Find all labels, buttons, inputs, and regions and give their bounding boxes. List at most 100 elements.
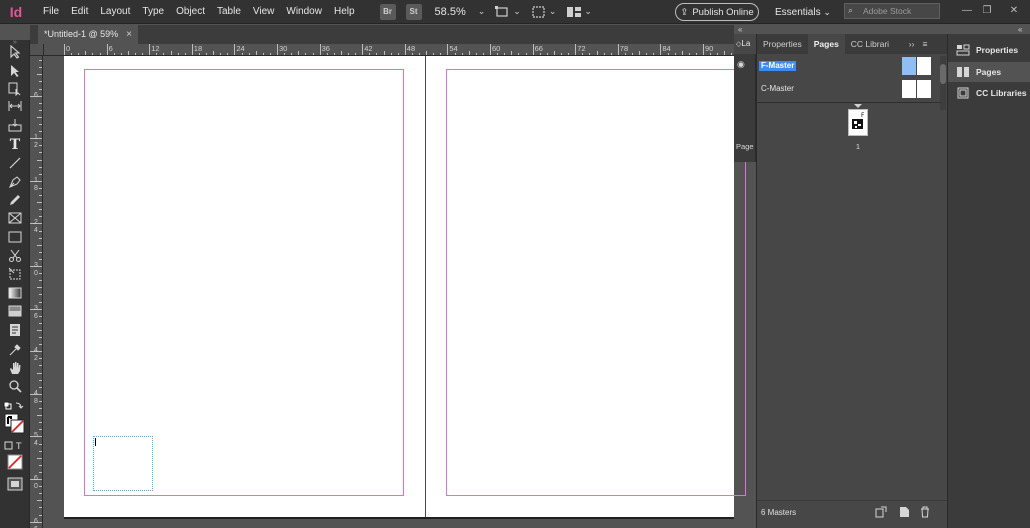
close-window-button[interactable]: ✕: [1007, 4, 1021, 18]
panel-menu-icon[interactable]: ≡: [918, 34, 931, 54]
layers-panel-collapsed[interactable]: ◇La ◉ Page: [734, 34, 756, 162]
edit-page-size-icon[interactable]: [875, 506, 887, 518]
screen-mode-icon[interactable]: [495, 5, 511, 18]
minimize-button[interactable]: —: [960, 4, 974, 18]
pen-tool-icon[interactable]: [6, 174, 24, 190]
document-tab[interactable]: *Untitled-1 @ 59% ×: [38, 25, 139, 44]
collapse-dock-icon[interactable]: «: [1018, 25, 1023, 34]
screen-mode-normal-icon[interactable]: [6, 476, 24, 492]
screen-mode-chevron-icon[interactable]: ⌄: [513, 6, 521, 17]
ruler-left-label: 4 8: [34, 389, 38, 405]
master-name-c: C-Master: [761, 84, 794, 93]
upload-icon: ⇪: [680, 6, 689, 18]
bridge-button[interactable]: Br: [379, 3, 396, 20]
zoom-dropdown-chevron-icon[interactable]: ⌄: [478, 6, 486, 17]
formatting-affects-container-icon[interactable]: T: [3, 438, 25, 454]
menu-window[interactable]: Window: [280, 0, 328, 24]
selection-tool-icon[interactable]: [6, 44, 24, 60]
dock-item-cc-libraries[interactable]: CC Libraries: [948, 83, 1030, 103]
workspace-switcher[interactable]: Essentials ⌄: [775, 0, 831, 25]
publish-online-button[interactable]: ⇪ Publish Online: [675, 3, 759, 21]
more-tabs-icon[interactable]: ››: [905, 34, 919, 54]
ruler-left-label: 3 6: [34, 304, 38, 320]
menu-table[interactable]: Table: [211, 0, 247, 24]
create-new-page-icon[interactable]: [898, 506, 910, 518]
page-label: Page: [736, 142, 754, 151]
direct-selection-tool-icon[interactable]: [6, 63, 24, 79]
vertical-ruler[interactable]: 6 1 2 1 8 2 4 3 0 3 6 4 2 4 8 5 4 6 0 6 6: [30, 56, 43, 528]
default-fill-stroke-icon[interactable]: [3, 398, 25, 414]
eyedropper-tool-icon[interactable]: [6, 342, 24, 358]
ruler-origin[interactable]: [30, 44, 44, 56]
dock-item-pages[interactable]: Pages: [948, 62, 1030, 82]
menu-object[interactable]: Object: [170, 0, 211, 24]
ruler-left-label: 5 4: [34, 432, 38, 448]
rectangle-frame-tool-icon[interactable]: [6, 210, 24, 226]
left-page-margin-guide: [84, 69, 404, 496]
publish-online-label: Publish Online: [692, 6, 754, 18]
ruler-left-label: 1 8: [34, 176, 38, 192]
content-collector-tool-icon[interactable]: [6, 117, 24, 133]
apply-none-icon[interactable]: [6, 454, 24, 470]
menu-type[interactable]: Type: [136, 0, 170, 24]
hand-tool-icon[interactable]: [6, 360, 24, 376]
arrange-documents-chevron-icon[interactable]: ⌄: [584, 6, 592, 17]
scissors-tool-icon[interactable]: [6, 248, 24, 264]
note-tool-icon[interactable]: [6, 322, 24, 338]
left-page[interactable]: [64, 56, 425, 517]
dock-label-properties: Properties: [976, 45, 1019, 55]
free-transform-tool-icon[interactable]: [6, 266, 24, 282]
restore-button[interactable]: ❐: [980, 4, 994, 18]
text-frame[interactable]: [93, 436, 153, 491]
menu-file[interactable]: File: [37, 0, 65, 24]
page-number: 1: [855, 142, 861, 151]
zoom-tool-icon[interactable]: [6, 378, 24, 394]
ruler-top-label: 84: [662, 44, 671, 53]
arrange-documents-icon[interactable]: [566, 6, 582, 18]
rectangle-tool-icon[interactable]: [6, 229, 24, 245]
layers-tab[interactable]: ◇La: [734, 34, 756, 54]
masters-pages-divider[interactable]: [757, 102, 941, 103]
pencil-tool-icon[interactable]: [6, 192, 24, 208]
collapse-left-panels-icon[interactable]: «: [738, 25, 743, 34]
ruler-top-label: 12: [151, 44, 160, 53]
svg-text:T: T: [15, 442, 22, 451]
gradient-feather-tool-icon[interactable]: [6, 303, 24, 319]
tab-cc-libraries[interactable]: CC Librari: [845, 34, 905, 54]
page-thumbnail[interactable]: F: [848, 109, 868, 136]
menu-edit[interactable]: Edit: [65, 0, 94, 24]
dock-item-properties[interactable]: Properties: [948, 40, 1030, 60]
gradient-swatch-tool-icon[interactable]: [6, 285, 24, 301]
line-tool-icon[interactable]: [6, 155, 24, 171]
page-tool-icon[interactable]: [6, 81, 24, 97]
close-tab-icon[interactable]: ×: [126, 25, 132, 44]
adobe-stock-search-input[interactable]: Adobe Stock: [844, 3, 940, 19]
tab-properties[interactable]: Properties: [757, 34, 808, 54]
master-item-c[interactable]: C-Master: [757, 78, 941, 100]
gap-tool-icon[interactable]: [6, 98, 24, 114]
view-options-icon[interactable]: [531, 5, 547, 18]
master-thumb-f-left: [902, 57, 916, 75]
menu-help[interactable]: Help: [328, 0, 361, 24]
visibility-eye-icon[interactable]: ◉: [737, 59, 745, 70]
indesign-window: Id File Edit Layout Type Object Table Vi…: [0, 0, 1030, 528]
stock-button[interactable]: St: [405, 3, 422, 20]
ruler-left-label: 6 6: [34, 517, 38, 528]
right-page[interactable]: [426, 56, 746, 517]
menu-view[interactable]: View: [247, 0, 281, 24]
horizontal-ruler[interactable]: 0 6 12 18 24 30 36 42 48 54 60 66 72 78 84 90: [44, 44, 734, 56]
tab-pages[interactable]: Pages: [807, 34, 845, 54]
fill-stroke-swatch-icon[interactable]: [4, 413, 26, 435]
masters-scrollbar-thumb[interactable]: [940, 64, 946, 84]
pasteboard[interactable]: [44, 56, 746, 528]
delete-page-icon[interactable]: [919, 506, 931, 518]
menu-layout[interactable]: Layout: [94, 0, 136, 24]
zoom-level-field[interactable]: 58.5%: [435, 6, 466, 18]
master-item-f[interactable]: F-Master: [757, 55, 941, 77]
type-tool-icon[interactable]: T: [6, 137, 24, 153]
pages-icon: [956, 66, 970, 78]
ruler-top-label: 72: [577, 44, 586, 53]
view-options-chevron-icon[interactable]: ⌄: [549, 6, 557, 17]
text-cursor: [95, 438, 96, 446]
ruler-top-label: 42: [364, 44, 373, 53]
